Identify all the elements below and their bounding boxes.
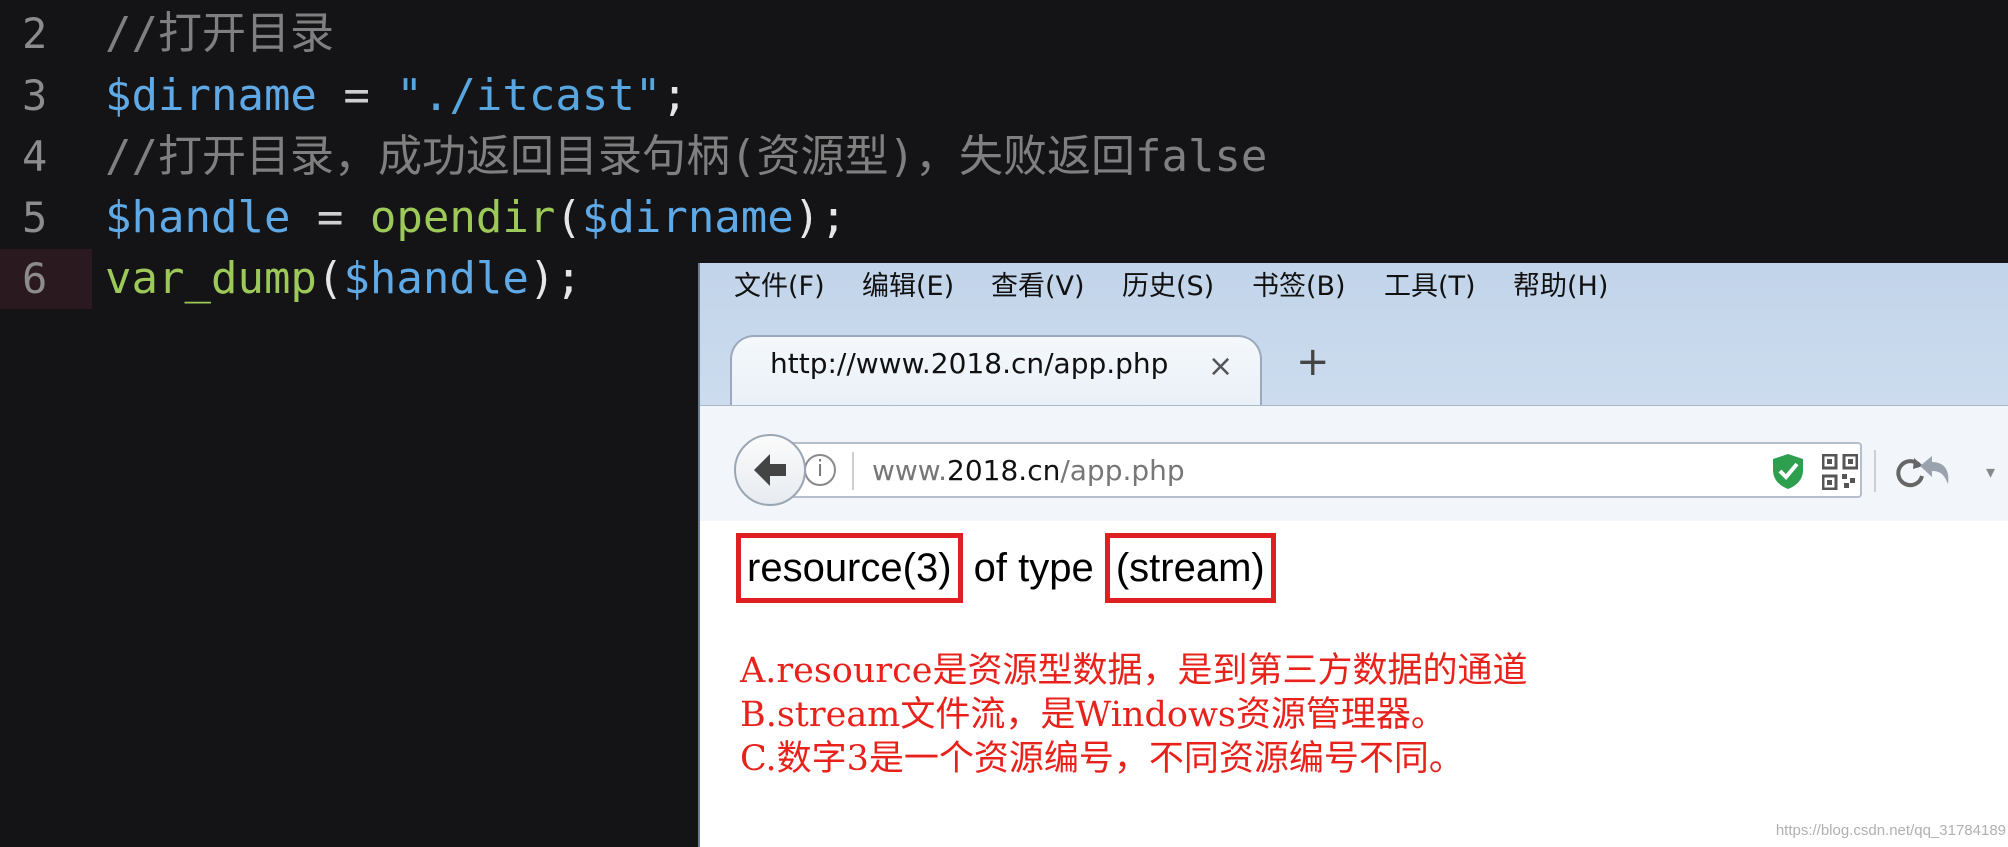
chevron-down-icon[interactable]: ▾ [1986, 462, 1995, 483]
code-variable: $handle [105, 192, 291, 243]
var-dump-output: resource(3) of type (stream) [736, 533, 1276, 603]
highlight-box-resource: resource(3) [736, 533, 963, 603]
url-bar[interactable]: i www.2018.cn/app.php [770, 442, 1924, 498]
browser-chrome: 文件(F) 编辑(E) 查看(V) 历史(S) 书签(B) 工具(T) 帮助(H… [700, 263, 2008, 523]
watermark: https://blog.csdn.net/qq_31784189 [1775, 822, 2006, 839]
line-gutter: 3 [0, 66, 92, 126]
note-c: C.数字3是一个资源编号，不同资源编号不同。 [740, 739, 1464, 779]
menu-edit[interactable]: 编辑(E) [862, 263, 954, 311]
note-a: A.resource是资源型数据，是到第三方数据的通道 [740, 651, 1528, 691]
navigation-bar: i www.2018.cn/app.php ▾ [700, 405, 2008, 523]
menu-help[interactable]: 帮助(H) [1513, 263, 1608, 311]
code-comment: //打开目录，成功返回目录句柄(资源型)，失败返回false [105, 131, 1268, 182]
code-punctuation: ); [793, 192, 847, 243]
shield-icon[interactable] [1770, 452, 1806, 490]
url-host: 2018.cn [947, 454, 1061, 487]
highlight-box-stream: (stream) [1104, 533, 1276, 603]
menu-file[interactable]: 文件(F) [734, 263, 825, 311]
code-function: var_dump [105, 253, 317, 304]
url-divider [1874, 450, 1876, 492]
code-variable: $dirname [581, 192, 794, 243]
code-line: 5 $handle = opendir($dirname); [0, 188, 2008, 248]
code-punctuation: ; [661, 70, 688, 121]
code-punctuation: ); [528, 253, 582, 304]
line-code: //打开目录 [105, 4, 334, 64]
line-code: //打开目录，成功返回目录句柄(资源型)，失败返回false [105, 127, 1267, 187]
line-gutter: 2 [0, 4, 92, 64]
line-code: var_dump($handle); [105, 249, 582, 309]
code-variable: $dirname [105, 70, 317, 121]
output-text: of type [962, 546, 1105, 590]
tab-strip: http://www.2018.cn/app.php × + [718, 335, 2008, 407]
code-line: 3 $dirname = "./itcast"; [0, 66, 2008, 126]
info-icon[interactable]: i [804, 454, 836, 486]
browser-window: 文件(F) 编辑(E) 查看(V) 历史(S) 书签(B) 工具(T) 帮助(H… [698, 263, 2008, 847]
code-string: "./itcast" [396, 70, 662, 121]
code-variable: $handle [343, 253, 529, 304]
line-gutter: 4 [0, 127, 92, 187]
url-text[interactable]: www.2018.cn/app.php [872, 452, 1185, 490]
menu-bar: 文件(F) 编辑(E) 查看(V) 历史(S) 书签(B) 工具(T) 帮助(H… [700, 263, 2008, 311]
code-line: 2 //打开目录 [0, 4, 2008, 64]
line-number: 2 [22, 9, 48, 58]
url-divider [852, 452, 854, 490]
annotation-notes: A.resource是资源型数据，是到第三方数据的通道 B.stream文件流，… [740, 649, 1527, 781]
line-code: $handle = opendir($dirname); [105, 188, 847, 248]
line-number: 3 [22, 71, 48, 120]
arrow-left-icon [754, 454, 786, 486]
line-gutter: 5 [0, 188, 92, 248]
line-number: 4 [22, 132, 48, 181]
line-number: 5 [22, 193, 48, 242]
menu-tools[interactable]: 工具(T) [1384, 263, 1476, 311]
menu-view[interactable]: 查看(V) [991, 263, 1085, 311]
code-operator: = [316, 70, 397, 121]
undo-icon[interactable] [1914, 450, 1954, 490]
back-button[interactable] [734, 434, 806, 506]
tab-title: http://www.2018.cn/app.php [770, 347, 1169, 380]
code-operator: = [290, 192, 370, 243]
menu-bookmarks[interactable]: 书签(B) [1252, 263, 1346, 311]
url-prefix: www. [872, 454, 948, 487]
code-function: opendir [369, 192, 556, 243]
code-comment: //打开目录 [105, 8, 334, 59]
line-code: $dirname = "./itcast"; [105, 66, 688, 126]
menu-history[interactable]: 历史(S) [1122, 263, 1214, 311]
browser-tab[interactable]: http://www.2018.cn/app.php × [730, 335, 1262, 407]
new-tab-button[interactable]: + [1296, 339, 1330, 385]
code-punctuation: ( [555, 192, 582, 243]
code-line: 4 //打开目录，成功返回目录句柄(资源型)，失败返回false [0, 127, 2008, 187]
url-path: /app.php [1060, 454, 1185, 487]
close-icon[interactable]: × [1208, 349, 1233, 384]
note-b: B.stream文件流，是Windows资源管理器。 [740, 695, 1446, 735]
line-number: 6 [22, 254, 48, 303]
qr-code-icon[interactable] [1822, 454, 1858, 490]
code-punctuation: ( [316, 253, 344, 304]
line-gutter: 6 [0, 249, 92, 309]
page-content: resource(3) of type (stream) A.resource是… [700, 521, 2008, 847]
